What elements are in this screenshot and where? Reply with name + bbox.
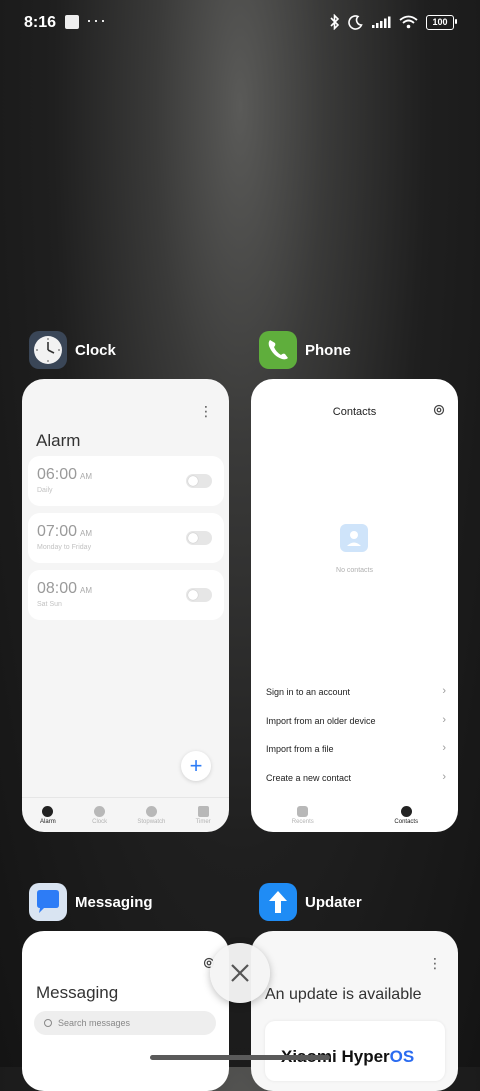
do-not-disturb-moon-icon [348,14,363,30]
more-options-icon[interactable]: ⋮ [199,403,213,420]
stopwatch-icon [145,805,157,817]
update-available-title: An update is available [265,986,422,1003]
action-label: Sign in to an account [266,687,351,697]
app-header-phone[interactable]: Phone [259,331,351,369]
wifi-icon [399,15,418,29]
chevron-right-icon: › [442,771,446,783]
action-label: Import from an older device [266,716,376,726]
hourglass-icon [197,805,209,817]
clear-all-button[interactable] [210,943,270,1003]
alarm-repeat: Sat Sun [37,601,62,608]
tab-label: Timer [195,818,211,825]
alarm-item[interactable]: 07:00 AM Monday to Friday [28,513,224,563]
tab-label: Recents [291,818,314,825]
chevron-right-icon: › [442,742,446,754]
tab-alarm[interactable]: Alarm [22,798,74,832]
tab-timer[interactable]: Timer [177,798,229,832]
alarm-ampm: AM [80,529,93,538]
status-icons: 100 [330,14,457,30]
close-icon [231,964,249,982]
clock-bottom-nav: Alarm Clock Stopwatch Timer [22,797,229,832]
phone-bottom-nav: Recents Contacts [251,798,458,832]
clock-app-card[interactable]: ⋮ Alarm 06:00 AM Daily 07:00 AM Monday to … [22,379,229,832]
notification-square-icon [65,15,79,29]
tab-label: Clock [92,818,108,825]
app-header-messaging[interactable]: Messaging [29,883,153,921]
more-options-icon[interactable]: ⋮ [428,955,442,972]
clock-app-icon [29,331,67,369]
action-label: Import from a file [266,744,334,754]
updater-app-icon [259,883,297,921]
messaging-app-card[interactable]: Messaging Search messages [22,931,229,1091]
alarm-time: 08:00 [37,580,78,597]
tab-label: Stopwatch [137,818,166,825]
tab-contacts[interactable]: Contacts [355,798,459,832]
tab-clock[interactable]: Clock [74,798,126,832]
action-label: Create a new contact [266,773,352,783]
battery-icon: 100 [426,14,457,30]
add-alarm-button[interactable]: + [181,751,211,781]
phone-app-icon [259,331,297,369]
bluetooth-icon [330,14,340,30]
import-older-device-item[interactable]: Import from an older device › [266,714,446,726]
contacts-title: Contacts [332,406,377,418]
search-placeholder: Search messages [58,1018,131,1028]
no-contacts-text: No contacts [336,567,373,574]
person-icon [400,805,412,817]
clock-icon [94,805,106,817]
sign-in-account-item[interactable]: Sign in to an account › [266,685,446,697]
app-name-messaging: Messaging [75,893,153,911]
app-name-clock: Clock [75,341,116,359]
settings-gear-icon[interactable] [433,404,445,416]
messaging-app-icon [29,883,67,921]
chevron-right-icon: › [442,685,446,697]
messaging-title: Messaging [36,983,119,1002]
signal-icon [372,16,391,28]
tab-label: Alarm [40,818,56,825]
import-file-item[interactable]: Import from a file › [266,742,446,754]
app-header-updater[interactable]: Updater [259,883,362,921]
alarm-repeat: Monday to Friday [37,544,92,551]
alarm-ampm: AM [80,586,93,595]
alarm-item[interactable]: 08:00 AM Sat Sun [28,570,224,620]
hyperos-banner: Xiaomi HyperOS [265,1021,445,1081]
status-time: 8:16 [24,14,57,31]
search-messages-input[interactable]: Search messages [34,1011,216,1035]
more-notifications-icon: ··· [86,10,107,30]
tab-recents[interactable]: Recents [251,798,355,832]
alarm-time: 06:00 [37,466,78,483]
alarm-item[interactable]: 06:00 AM Daily [28,456,224,506]
app-name-phone: Phone [305,341,351,359]
search-icon [44,1019,52,1027]
tab-stopwatch[interactable]: Stopwatch [126,798,178,832]
app-header-clock[interactable]: Clock [29,331,116,369]
alarm-time: 07:00 [37,523,78,540]
alarm-toggle[interactable] [186,588,212,602]
tab-label: Contacts [394,818,419,825]
alarm-ampm: AM [80,472,93,481]
alarm-toggle[interactable] [186,474,212,488]
app-name-updater: Updater [305,893,362,911]
updater-app-card[interactable]: ⋮ An update is available Xiaomi HyperOS [251,931,458,1091]
phone-app-card[interactable]: Contacts No contacts Sign in to an accou… [251,379,458,832]
alarm-repeat: Daily [37,487,53,494]
contact-card-icon [340,524,368,552]
create-contact-item[interactable]: Create a new contact › [266,771,446,783]
status-bar: 8:16 ··· 100 [0,0,480,46]
battery-level: 100 [432,17,448,27]
alarm-title: Alarm [36,431,81,450]
home-gesture-bar[interactable] [150,1055,330,1060]
alarm-toggle[interactable] [186,531,212,545]
chevron-right-icon: › [442,714,446,726]
phone-handset-icon [297,805,309,817]
alarm-icon [42,805,54,817]
